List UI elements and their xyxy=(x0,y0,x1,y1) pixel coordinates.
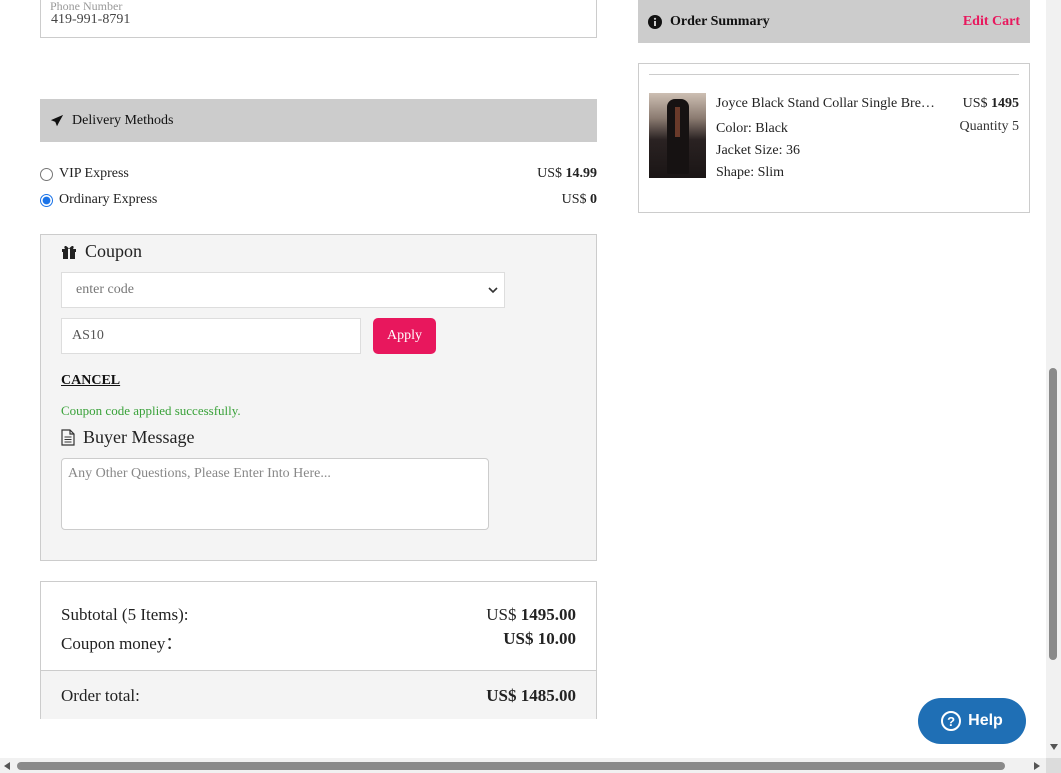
coupon-code-input[interactable] xyxy=(61,318,361,354)
horizontal-scrollbar[interactable] xyxy=(0,758,1046,773)
buyer-message-textarea[interactable] xyxy=(61,458,489,530)
order-summary-box: Joyce Black Stand Collar Single Breasted… xyxy=(638,63,1030,213)
product-name[interactable]: Joyce Black Stand Collar Single Breasted… xyxy=(716,96,940,112)
product-jacket-size: Jacket Size: 36 xyxy=(716,143,800,158)
product-price: US$ 1495 xyxy=(962,96,1019,111)
ordinary-express-price: US$ 0 xyxy=(561,192,597,207)
ordinary-express-label: Ordinary Express xyxy=(59,192,158,207)
summary-divider xyxy=(649,74,1019,75)
product-quantity: Quantity 5 xyxy=(959,119,1020,134)
cancel-coupon-link[interactable]: CANCEL xyxy=(61,373,120,389)
product-color: Color: Black xyxy=(716,121,788,136)
scroll-right-arrow-icon[interactable] xyxy=(1034,762,1040,770)
vip-express-label: VIP Express xyxy=(59,166,129,181)
apply-coupon-button[interactable]: Apply xyxy=(373,318,436,354)
ordinary-express-radio[interactable] xyxy=(40,193,53,207)
scroll-left-arrow-icon[interactable] xyxy=(4,762,10,770)
document-icon xyxy=(61,429,75,446)
vip-express-price: US$ 14.99 xyxy=(537,166,597,181)
order-total-row: Order total: US$ 1485.00 xyxy=(61,686,576,706)
subtotal-label: Subtotal (5 Items): xyxy=(61,605,189,624)
delivery-methods-title: Delivery Methods xyxy=(72,112,174,128)
buyer-message-title-text: Buyer Message xyxy=(83,427,195,447)
delivery-option-vip[interactable]: VIP Express US$ 14.99 xyxy=(40,164,597,184)
coupon-money-row: Coupon money： US$ 10.00 xyxy=(61,629,576,654)
coupon-select-value: enter code xyxy=(76,282,134,297)
order-totals: Subtotal (5 Items): US$ 1495.00 Coupon m… xyxy=(40,581,597,719)
order-total-bar: Order total: US$ 1485.00 xyxy=(41,670,596,719)
subtotal-value: US$ 1495.00 xyxy=(486,605,576,624)
vertical-scrollbar[interactable] xyxy=(1046,0,1061,758)
delivery-option-ordinary[interactable]: Ordinary Express US$ 0 xyxy=(40,190,597,210)
coupon-title-text: Coupon xyxy=(85,241,143,261)
delivery-methods-header: Delivery Methods xyxy=(40,99,597,142)
coupon-money-label: Coupon money： xyxy=(61,634,183,653)
coupon-money-value: US$ 10.00 xyxy=(503,629,576,648)
product-shape: Shape: Slim xyxy=(716,165,785,180)
scroll-down-arrow-icon[interactable] xyxy=(1050,744,1058,750)
subtotal-row: Subtotal (5 Items): US$ 1495.00 xyxy=(61,605,576,625)
coupon-panel: Coupon enter code Apply CANCEL Coupon co… xyxy=(40,234,597,561)
order-total-value: US$ 1485.00 xyxy=(486,686,576,705)
vip-express-radio[interactable] xyxy=(40,167,53,181)
phone-number-value[interactable]: 419-991-8791 xyxy=(51,12,130,28)
order-summary-title: Order Summary xyxy=(670,13,770,29)
order-summary-header: Order Summary Edit Cart xyxy=(638,0,1030,43)
coupon-success-message: Coupon code applied successfully. xyxy=(61,403,241,418)
help-button[interactable]: ? Help xyxy=(918,698,1026,744)
coupon-select[interactable]: enter code xyxy=(61,272,505,308)
horizontal-scroll-thumb[interactable] xyxy=(17,762,1005,770)
question-circle-icon: ? xyxy=(941,711,962,731)
gift-icon xyxy=(61,244,77,259)
coupon-title: Coupon xyxy=(61,241,142,262)
product-thumbnail[interactable] xyxy=(649,93,706,178)
order-total-label: Order total: xyxy=(61,686,140,705)
airplane-icon xyxy=(50,114,64,128)
info-icon xyxy=(648,14,662,29)
buyer-message-title: Buyer Message xyxy=(61,427,194,448)
help-label: Help xyxy=(968,712,1003,729)
phone-number-field[interactable]: Phone Number 419-991-8791 xyxy=(40,0,597,38)
vertical-scroll-thumb[interactable] xyxy=(1049,368,1057,660)
scrollbar-corner xyxy=(1046,758,1061,773)
chevron-down-icon xyxy=(488,284,498,300)
edit-cart-link[interactable]: Edit Cart xyxy=(963,14,1020,30)
